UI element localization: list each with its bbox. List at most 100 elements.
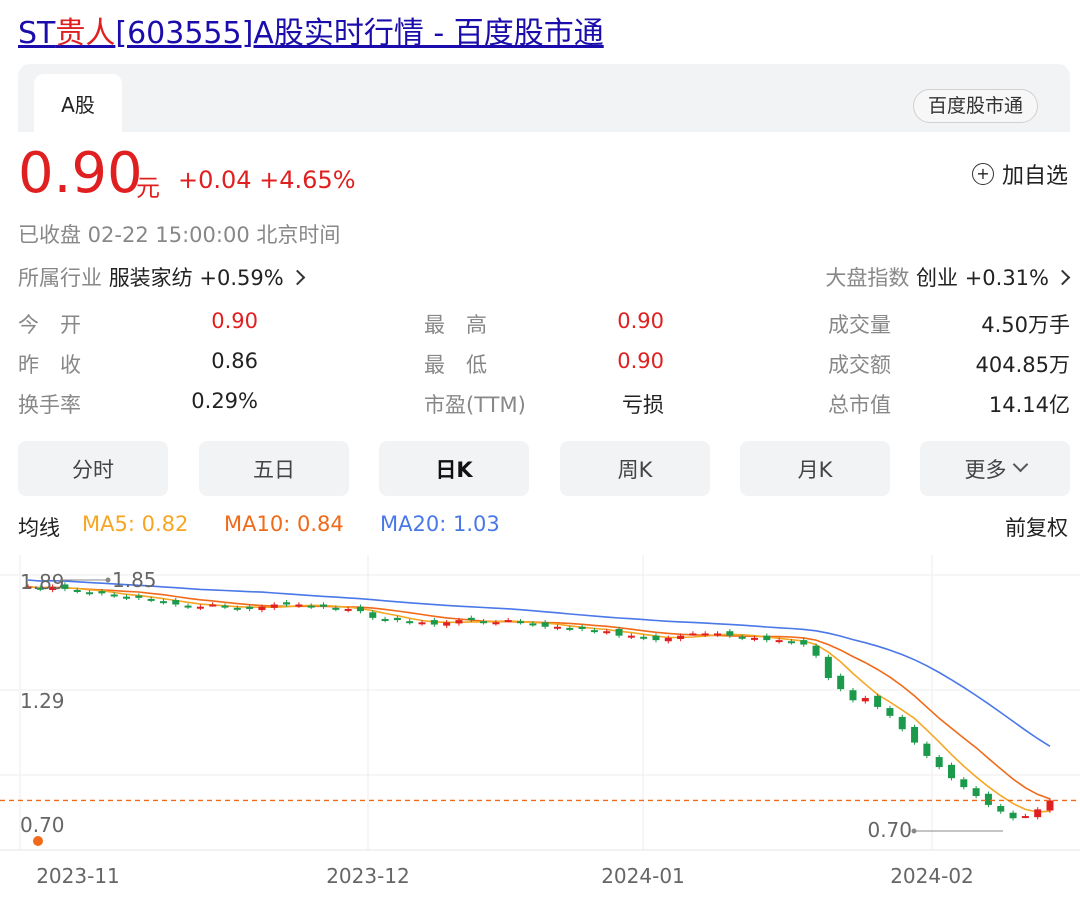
- ma10-value: MA10: 0.84: [224, 512, 344, 536]
- candle-body: [960, 779, 968, 788]
- candle-body: [110, 594, 118, 597]
- candle-body: [824, 656, 832, 678]
- candle-body: [1009, 812, 1017, 819]
- turnover-value: 0.29%: [191, 389, 258, 413]
- candle-body: [935, 757, 943, 768]
- candle-body: [590, 630, 598, 633]
- low-label: 最 低: [424, 353, 487, 377]
- candle-body: [553, 626, 561, 629]
- candle-body: [393, 617, 401, 621]
- chevron-right-icon: [1054, 269, 1071, 286]
- volume-value: 4.50万手: [981, 313, 1070, 337]
- y-tick-label: 1.29: [20, 689, 65, 713]
- amount-label: 成交额: [828, 353, 891, 377]
- x-tick-label: 2023-11: [36, 864, 120, 888]
- ma20-value: MA20: 1.03: [380, 512, 500, 536]
- candle-body: [517, 621, 525, 624]
- tab-intraday[interactable]: 分时: [18, 441, 168, 496]
- candle-body: [258, 606, 266, 611]
- ma10-line: [27, 585, 1051, 800]
- high-value: 0.90: [617, 309, 664, 333]
- candle-body: [984, 793, 992, 805]
- index-link[interactable]: 大盘指数 创业 +0.31%: [825, 262, 1071, 292]
- candle-body: [418, 622, 426, 625]
- candle-body: [812, 645, 820, 656]
- candle-body: [898, 716, 906, 730]
- candle-body: [541, 622, 549, 627]
- plus-circle-icon: +: [971, 163, 994, 185]
- candle-body: [480, 621, 488, 624]
- candle-body: [1034, 809, 1042, 818]
- candle-body: [233, 607, 241, 610]
- candle-body: [504, 620, 512, 623]
- tab-five-day[interactable]: 五日: [199, 441, 349, 496]
- source-badge[interactable]: 百度股市通: [912, 89, 1038, 123]
- candle-body: [246, 606, 254, 609]
- tab-a-share[interactable]: A股: [34, 74, 122, 132]
- ma20-line: [27, 579, 1051, 747]
- y-tick-label: 0.70: [20, 813, 65, 837]
- candle-body: [763, 635, 771, 641]
- tab-daily-k[interactable]: 日K: [379, 441, 529, 496]
- candle-body: [172, 600, 180, 605]
- industry-link[interactable]: 所属行业 服装家纺 +0.59%: [18, 262, 305, 292]
- kline-chart[interactable]: 1.89 1.29 0.70 1.85 0.70 2023-11 2023-12 2024-0…: [0, 555, 1080, 906]
- candle-body: [615, 628, 623, 636]
- prev-close-value: 0.86: [211, 349, 258, 373]
- price-unit: 元: [136, 174, 160, 202]
- adjust-type[interactable]: 前复权: [1005, 512, 1068, 542]
- candle-body: [627, 635, 635, 638]
- candle-body: [738, 636, 746, 639]
- candle-body: [443, 622, 451, 626]
- candle-body: [344, 608, 352, 611]
- market-cap-value: 14.14亿: [988, 393, 1070, 417]
- tab-weekly-k[interactable]: 周K: [560, 441, 710, 496]
- y-tick-label: 1.89: [20, 570, 65, 594]
- low-value: 0.90: [617, 349, 664, 373]
- candle-body: [221, 605, 229, 608]
- candle-body: [529, 623, 537, 626]
- candle-body: [406, 621, 414, 624]
- tab-more[interactable]: 更多: [920, 441, 1070, 496]
- tab-monthly-k[interactable]: 月K: [740, 441, 890, 496]
- candle-body: [701, 633, 709, 636]
- high-label: 最 高: [424, 313, 487, 337]
- tab-more-label: 更多: [964, 457, 1007, 482]
- candle-body: [689, 633, 697, 636]
- candle-body: [714, 633, 722, 636]
- candle-body: [1046, 800, 1054, 811]
- pe-value: 亏损: [622, 393, 664, 417]
- candle-body: [209, 604, 217, 607]
- candle-body: [86, 592, 94, 595]
- candle-body: [603, 631, 611, 634]
- candle-body: [332, 607, 340, 610]
- candle-body: [295, 604, 303, 607]
- page-title-link[interactable]: ST贵人[603555]A股实时行情 - 百度股市通: [18, 8, 604, 52]
- chevron-down-icon: [1012, 456, 1028, 473]
- pe-label: 市盈(TTM): [424, 393, 526, 417]
- low-marker-dot: [911, 828, 917, 834]
- open-value: 0.90: [211, 309, 258, 333]
- current-price: 0.90: [18, 141, 143, 206]
- candle-body: [874, 695, 882, 707]
- candle-body: [849, 690, 857, 701]
- candle-body: [726, 631, 734, 636]
- add-watchlist-button[interactable]: + 加自选: [971, 158, 1068, 190]
- x-tick-label: 2023-12: [326, 864, 410, 888]
- chevron-right-icon: [289, 269, 305, 286]
- market-cap-label: 总市值: [828, 393, 891, 417]
- candle-body: [196, 606, 204, 609]
- candle-body: [430, 620, 438, 625]
- ma5-value: MA5: 0.82: [82, 512, 189, 536]
- candle-body: [640, 636, 648, 639]
- title-rest: [603555]A股实时行情 - 百度股市通: [115, 16, 604, 51]
- candle-body: [677, 635, 685, 640]
- candle-body: [972, 788, 980, 797]
- index-label: 大盘指数: [825, 266, 910, 290]
- candle-body: [652, 635, 660, 641]
- candle-body: [356, 606, 364, 612]
- candle-body: [147, 598, 155, 601]
- candle-body: [369, 612, 377, 618]
- candle-body: [911, 726, 919, 743]
- market-tab-bar: A股 百度股市通: [18, 64, 1070, 132]
